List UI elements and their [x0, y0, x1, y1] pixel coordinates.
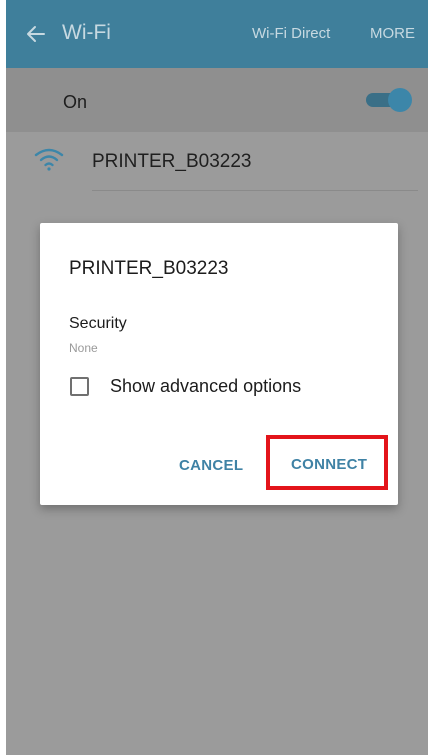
wifi-signal-icon — [34, 148, 64, 171]
switch-thumb — [388, 88, 412, 112]
list-divider — [92, 190, 418, 191]
wifi-toggle-switch[interactable] — [366, 88, 412, 112]
connect-dialog: PRINTER_B03223 Security None Show advanc… — [40, 223, 398, 505]
wifi-settings-screen: Wi-Fi Wi-Fi Direct MORE On PRINTER_B0322… — [6, 0, 428, 755]
back-arrow-icon[interactable] — [24, 22, 48, 46]
wifi-toggle-label: On — [63, 92, 88, 112]
security-value: None — [69, 341, 98, 355]
wifi-toggle-row[interactable]: On — [6, 68, 428, 132]
wifi-direct-button[interactable]: Wi-Fi Direct — [252, 25, 330, 42]
connect-button[interactable]: CONNECT — [266, 435, 388, 490]
network-list-item[interactable]: PRINTER_B03223 — [6, 132, 428, 192]
network-name: PRINTER_B03223 — [92, 151, 252, 172]
app-bar: Wi-Fi Wi-Fi Direct MORE — [6, 0, 428, 68]
connect-button-label: CONNECT — [291, 456, 368, 473]
show-advanced-checkbox[interactable] — [70, 377, 89, 396]
page-title: Wi-Fi — [62, 21, 111, 44]
more-button[interactable]: MORE — [370, 25, 415, 42]
security-label: Security — [69, 315, 127, 332]
show-advanced-label[interactable]: Show advanced options — [110, 376, 301, 397]
cancel-button[interactable]: CANCEL — [179, 457, 243, 474]
dialog-title: PRINTER_B03223 — [69, 258, 229, 279]
